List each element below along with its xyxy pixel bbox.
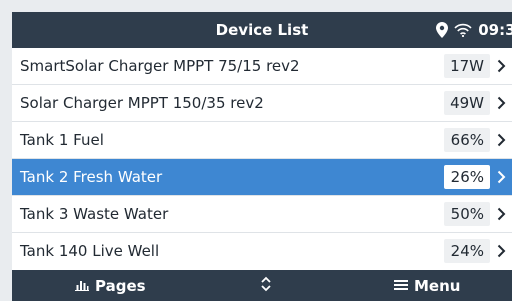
status-area: 09:34 <box>436 12 512 48</box>
location-pin-icon <box>436 22 449 38</box>
chevron-right-icon <box>494 159 508 195</box>
device-value: 17W <box>444 54 490 78</box>
device-name: Tank 3 Waste Water <box>20 205 169 223</box>
menu-label: Menu <box>414 276 461 295</box>
title-bar: Device List 09:34 <box>12 12 512 48</box>
menu-button[interactable]: Menu <box>394 270 460 301</box>
device-value: 49W <box>444 91 490 115</box>
device-name: Tank 1 Fuel <box>20 131 104 149</box>
scroll-up-down-button[interactable] <box>260 270 272 301</box>
chevron-right-icon <box>494 85 508 121</box>
bar-chart-icon <box>75 277 89 295</box>
left-frame-edge <box>0 0 12 301</box>
clock-time: 09:34 <box>478 21 512 39</box>
hamburger-icon <box>394 277 408 295</box>
device-name: Tank 140 Live Well <box>20 242 160 260</box>
bottom-bar: Pages Menu <box>12 270 512 301</box>
device-name: Solar Charger MPPT 150/35 rev2 <box>20 94 264 112</box>
device-list: SmartSolar Charger MPPT 75/15 rev2 17W S… <box>12 48 512 269</box>
device-list-screen: Device List 09:34 SmartSolar Charger <box>0 0 512 301</box>
chevron-right-icon <box>494 196 508 232</box>
chevron-right-icon <box>494 233 508 269</box>
list-item-selected[interactable]: Tank 2 Fresh Water 26% <box>12 159 512 196</box>
device-value: 66% <box>444 128 490 152</box>
list-item[interactable]: SmartSolar Charger MPPT 75/15 rev2 17W <box>12 48 512 85</box>
list-item[interactable]: Tank 140 Live Well 24% <box>12 233 512 269</box>
wifi-icon <box>454 23 472 37</box>
device-name: SmartSolar Charger MPPT 75/15 rev2 <box>20 57 300 75</box>
list-item[interactable]: Solar Charger MPPT 150/35 rev2 49W <box>12 85 512 122</box>
pages-button[interactable]: Pages <box>75 270 146 301</box>
device-name: Tank 2 Fresh Water <box>20 168 163 186</box>
up-down-chevron-icon <box>260 276 272 296</box>
device-value: 24% <box>444 239 490 263</box>
chevron-right-icon <box>494 48 508 84</box>
chevron-right-icon <box>494 122 508 158</box>
device-value: 26% <box>444 165 490 189</box>
pages-label: Pages <box>95 276 146 295</box>
device-value: 50% <box>444 202 490 226</box>
top-frame-edge <box>0 0 512 12</box>
list-item[interactable]: Tank 3 Waste Water 50% <box>12 196 512 233</box>
list-item[interactable]: Tank 1 Fuel 66% <box>12 122 512 159</box>
